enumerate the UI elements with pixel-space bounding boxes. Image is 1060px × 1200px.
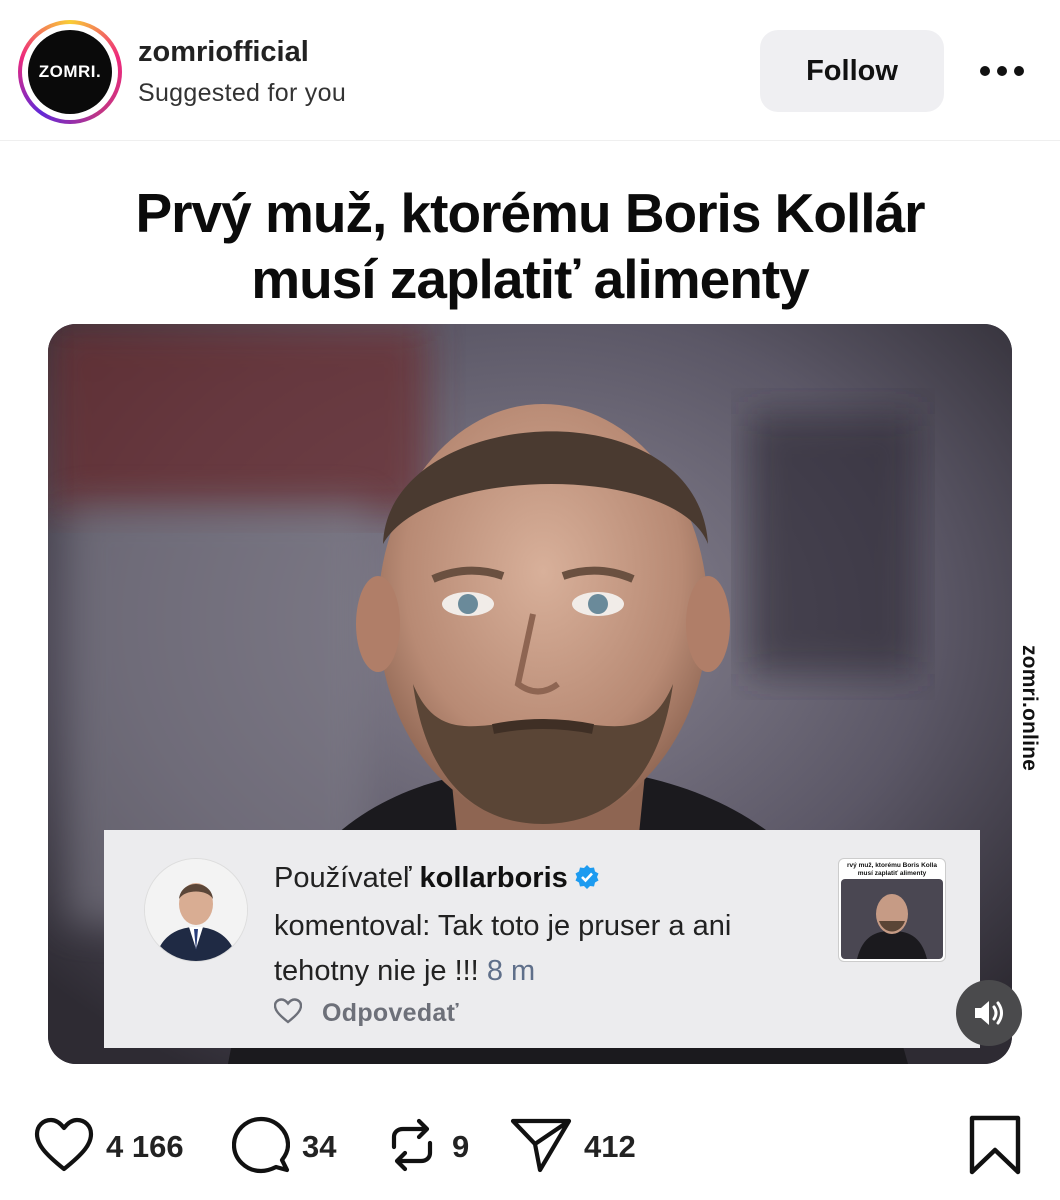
send-icon[interactable] [510,1116,572,1179]
like-count: 4 166 [106,1129,184,1164]
headline-line-2: musí zaplatiť alimenty [251,248,810,310]
comment-username[interactable]: kollarboris [419,862,567,894]
repost-action[interactable]: 9 [384,1110,469,1184]
post-actions: 4 166 34 9 412 [0,1110,1060,1184]
reply-link[interactable]: Odpovedať [322,999,459,1028]
username[interactable]: zomriofficial [138,36,309,69]
share-action[interactable]: 412 [510,1110,636,1184]
more-options-icon[interactable] [972,50,1032,92]
avatar-logo: ZOMRI. [28,30,112,114]
repost-count: 9 [452,1129,470,1164]
comment-bubble-icon[interactable] [231,1116,291,1179]
commenter-avatar [144,858,248,962]
comment-time: 8 m [486,955,536,987]
headline-line-1: Prvý muž, ktorému Boris Kollár [135,182,925,244]
repost-icon[interactable] [384,1117,440,1178]
comment-text: Používateľ kollarboris komentoval: Tak t… [274,856,784,994]
verified-badge-icon [574,859,600,904]
follow-button[interactable]: Follow [760,30,944,112]
post-headline: Prvý muž, ktorému Boris Kollár musí zapl… [0,180,1060,312]
comment-count: 34 [302,1129,337,1164]
heart-outline-icon[interactable] [273,998,303,1029]
share-count: 412 [584,1129,636,1164]
heart-icon[interactable] [34,1117,94,1178]
bookmark-icon[interactable] [966,1114,1024,1181]
comment-action[interactable]: 34 [231,1110,337,1184]
like-action[interactable]: 4 166 [34,1110,184,1184]
speaker-icon[interactable] [956,980,1022,1046]
post-header: ZOMRI. zomriofficial Suggested for you F… [0,0,1060,141]
comment-overlay: Používateľ kollarboris komentoval: Tak t… [104,830,980,1048]
comment-prefix: Používateľ [274,862,420,894]
watermark-text: zomri.online [1018,644,1042,772]
profile-avatar[interactable]: ZOMRI. [18,20,122,124]
suggested-label: Suggested for you [138,79,347,107]
save-action[interactable] [966,1110,1024,1184]
comment-actions: Odpovedať [273,998,459,1029]
comment-thumbnail: rvý muž, ktorému Boris Kolla musí zaplat… [838,858,946,962]
